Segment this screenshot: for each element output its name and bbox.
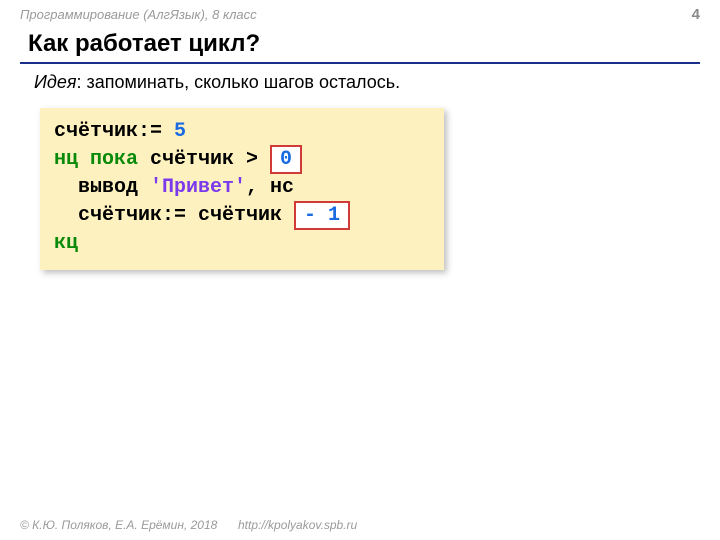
idea-line: Идея: запоминать, сколько шагов осталось… (34, 72, 400, 93)
code-l2a: нц пока (54, 148, 138, 171)
code-l3b: 'Привет' (150, 176, 246, 199)
title-underline (20, 62, 700, 64)
footer-copyright: © К.Ю. Поляков, Е.А. Ерёмин, 2018 (20, 518, 217, 532)
highlight-zero: 0 (270, 145, 302, 174)
idea-label: Идея (34, 72, 76, 92)
slide-header: Программирование (АлгЯзык), 8 класс 4 (20, 6, 700, 23)
code-l2b: счётчик > (138, 148, 270, 171)
code-box: счётчик:= 5 нц пока счётчик > 0 вывод 'П… (40, 108, 444, 270)
slide-title: Как работает цикл? (28, 30, 260, 58)
highlight-minus-one: - 1 (294, 201, 350, 230)
code-l3c: , нс (246, 176, 294, 199)
code-l4a: счётчик:= счётчик (54, 204, 294, 227)
code-l1b: 5 (174, 120, 186, 143)
code-l1a: счётчик:= (54, 120, 174, 143)
code-l3a: вывод (54, 176, 150, 199)
footer-url: http://kpolyakov.spb.ru (238, 518, 357, 532)
idea-text: : запоминать, сколько шагов осталось. (76, 72, 400, 92)
page-number: 4 (692, 6, 700, 23)
code-l5: кц (54, 232, 78, 255)
course-name: Программирование (АлгЯзык), 8 класс (20, 7, 257, 22)
slide-footer: © К.Ю. Поляков, Е.А. Ерёмин, 2018 http:/… (20, 518, 357, 532)
code-block: счётчик:= 5 нц пока счётчик > 0 вывод 'П… (54, 118, 430, 258)
